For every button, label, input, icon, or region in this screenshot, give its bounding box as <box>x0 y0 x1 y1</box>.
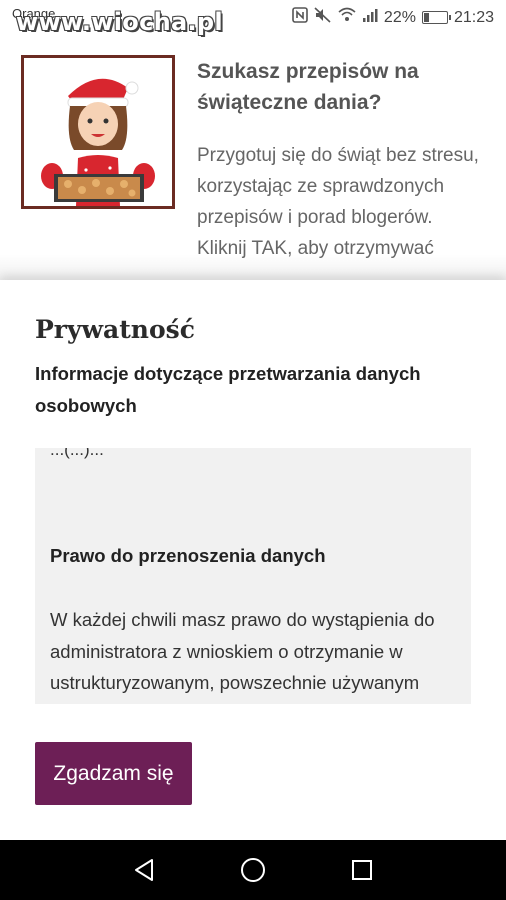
status-icons: 22% 21:23 <box>292 7 494 28</box>
section-body: W każdej chwili masz prawo do wystąpieni… <box>50 609 435 704</box>
battery-percent: 22% <box>383 8 416 26</box>
nfc-icon <box>292 7 308 28</box>
overlay-shade <box>0 254 506 280</box>
recents-icon[interactable] <box>342 850 382 890</box>
status-bar: Orange www.wiocha.pl 22% 21:23 <box>0 0 506 36</box>
battery-icon <box>421 11 451 24</box>
signal-icon <box>362 7 378 28</box>
promo-illustration <box>21 55 175 209</box>
promo-description: Przygotuj się do świąt bez stresu, korzy… <box>197 145 479 228</box>
mute-icon <box>314 7 332 28</box>
privacy-text-scroll-area[interactable]: ...(...)... Prawo do przenoszenia danych… <box>35 448 471 704</box>
section-heading: Prawo do przenoszenia danych <box>50 545 326 566</box>
privacy-modal: Prywatność Informacje dotyczące przetwar… <box>0 280 506 840</box>
modal-title: Prywatność <box>35 315 195 344</box>
watermark: www.wiocha.pl <box>16 8 223 36</box>
back-icon[interactable] <box>124 850 164 890</box>
agree-button[interactable]: Zgadzam się <box>35 742 192 805</box>
modal-subtitle: Informacje dotyczące przetwarzania danyc… <box>35 363 421 416</box>
battery-level-fill <box>423 13 429 22</box>
home-icon[interactable] <box>233 850 273 890</box>
promo-title: Szukasz przepisów na świąteczne dania? <box>197 60 419 114</box>
promo-text: Przygotuj się do świąt bez stresu, korzy… <box>197 140 497 264</box>
wifi-icon <box>338 7 356 28</box>
background-article: Szukasz przepisów na świąteczne dania? P… <box>0 34 506 280</box>
navigation-bar <box>0 840 506 900</box>
scrolled-text-cutoff: ...(...)... <box>50 448 104 459</box>
clock: 21:23 <box>453 8 494 26</box>
